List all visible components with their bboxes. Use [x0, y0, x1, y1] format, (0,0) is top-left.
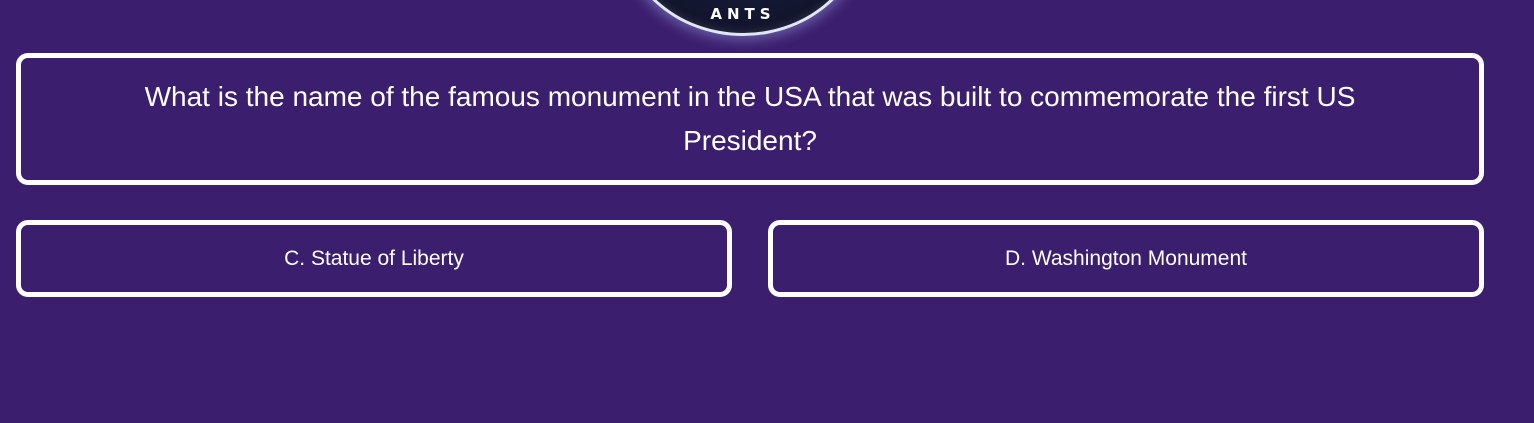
- answer-option-d[interactable]: D. Washington Monument: [768, 220, 1484, 297]
- question-text: What is the name of the famous monument …: [144, 81, 1356, 156]
- game-screen: ANTS What is the name of the famous monu…: [0, 0, 1534, 423]
- answer-option-c[interactable]: C. Statue of Liberty: [16, 220, 732, 297]
- logo-ring-text: ANTS: [710, 5, 776, 23]
- answer-label: D. Washington Monument: [1004, 246, 1247, 270]
- question-panel: What is the name of the famous monument …: [16, 53, 1484, 185]
- game-logo: ANTS: [619, 0, 867, 36]
- answer-label: C. Statue of Liberty: [284, 246, 464, 270]
